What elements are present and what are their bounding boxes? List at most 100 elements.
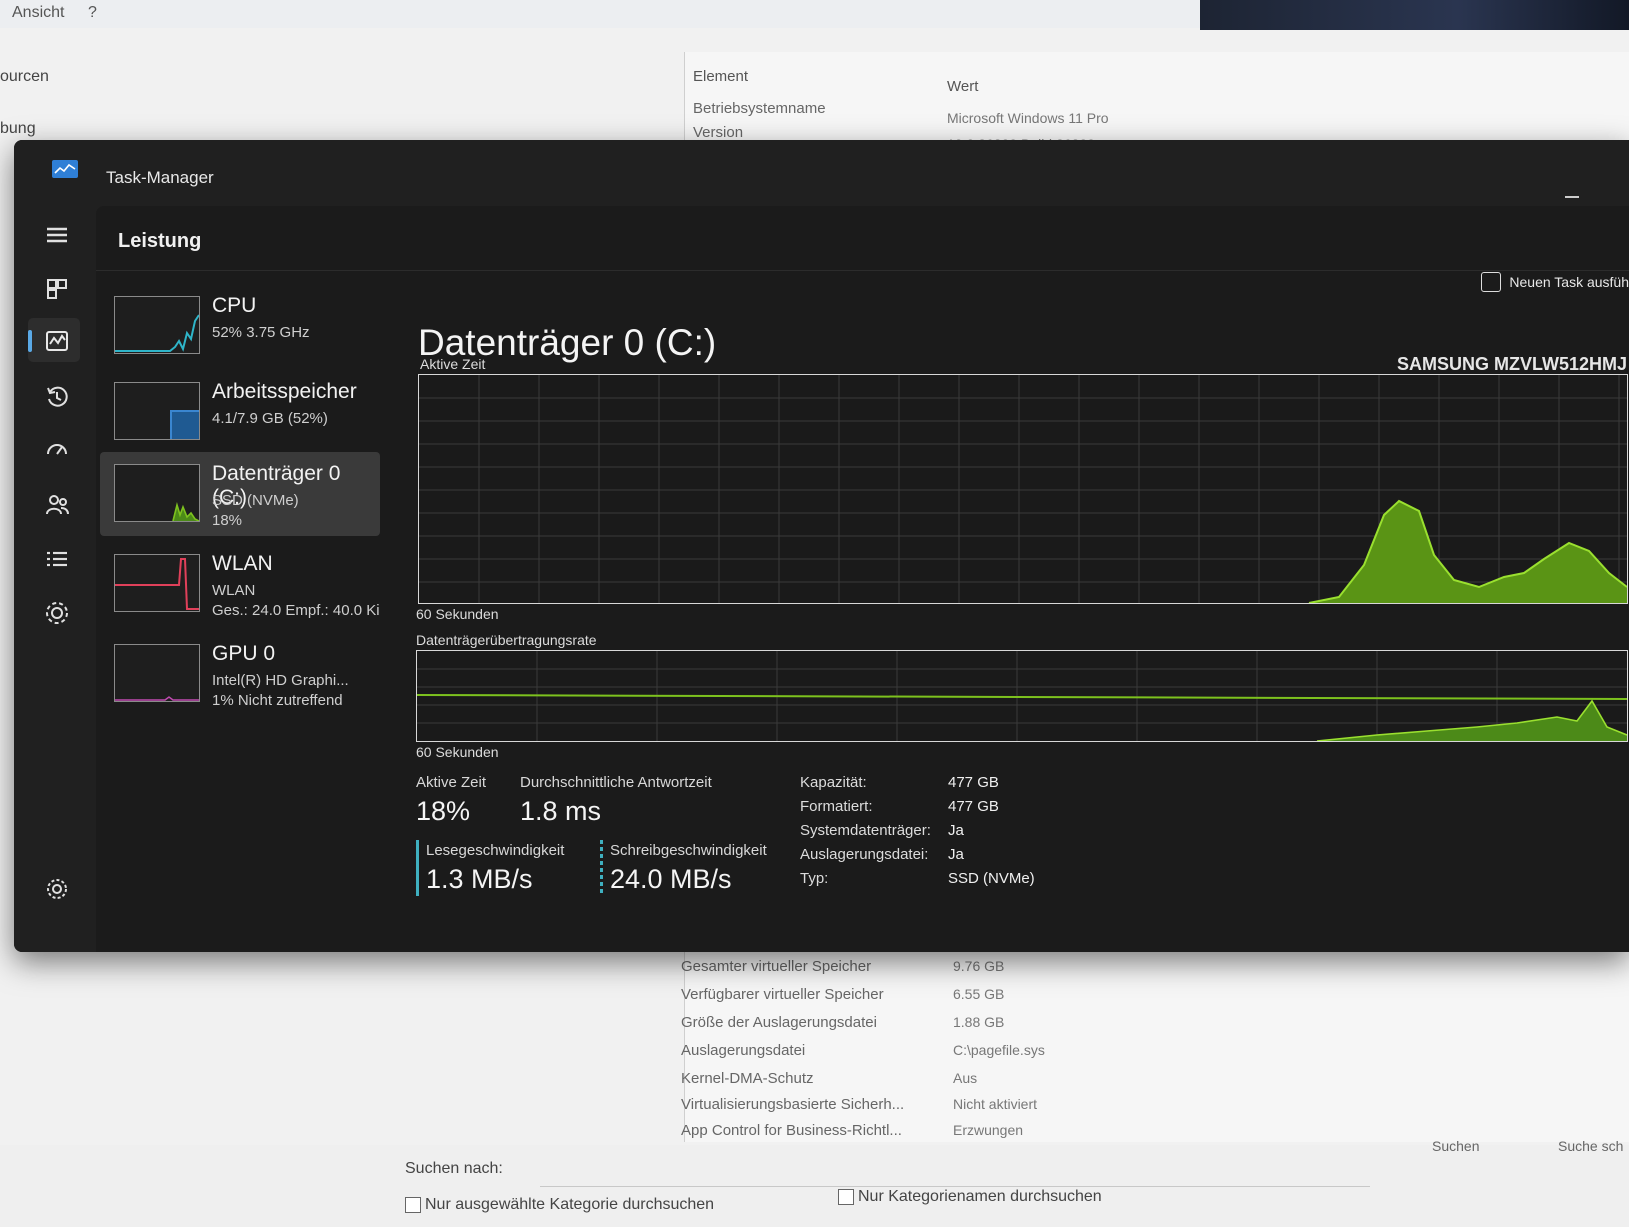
read-speed-value: 1.3 MB/s	[426, 864, 533, 894]
details-icon[interactable]	[42, 544, 72, 574]
row-label: Gesamter virtueller Speicher	[681, 958, 872, 975]
task-manager-window: Task-Manager Leistung Neuen Task ausfüh …	[14, 140, 1629, 952]
startup-apps-icon[interactable]	[42, 436, 72, 466]
services-icon[interactable]	[42, 598, 72, 628]
row-label: Version	[693, 124, 744, 141]
system-disk-value: Ja	[948, 822, 964, 839]
nav-active-indicator	[28, 330, 32, 352]
performance-icon[interactable]	[42, 326, 72, 356]
memory-thumbnail-graph	[114, 382, 200, 440]
device-detail: 52% 3.75 GHz	[212, 324, 310, 341]
minimize-icon[interactable]	[1565, 196, 1579, 198]
row-value: Erzwungen	[953, 1122, 1024, 1138]
read-speed-indicator	[416, 840, 419, 896]
device-item-cpu[interactable]: CPU 52% 3.75 GHz	[100, 284, 380, 368]
device-item-disk[interactable]: Datenträger 0 (C:) SSD (NVMe) 18%	[100, 452, 380, 536]
device-name: Arbeitsspeicher	[212, 380, 357, 403]
row-value: Nicht aktiviert	[953, 1096, 1038, 1112]
device-throughput: Ges.: 24.0 Empf.: 40.0 Ki	[212, 602, 380, 619]
type-label: Typ:	[800, 870, 829, 887]
device-detail: Intel(R) HD Graphi...	[212, 672, 349, 689]
checkbox-box[interactable]	[405, 1197, 421, 1213]
read-speed-label: Lesegeschwindigkeit	[426, 842, 565, 859]
new-task-icon	[1481, 272, 1502, 292]
search-input[interactable]	[540, 1160, 1370, 1187]
active-time-value: 18%	[416, 796, 471, 826]
device-usage: 1% Nicht zutreffend	[212, 692, 343, 709]
capacity-value: 477 GB	[948, 774, 999, 791]
desktop-background	[1200, 0, 1629, 30]
device-detail: WLAN	[212, 582, 256, 599]
page-title: Leistung	[118, 230, 202, 252]
row-label: Betriebsystemname	[693, 100, 826, 117]
row-value: 1.88 GB	[953, 1014, 1005, 1030]
checkbox-box[interactable]	[838, 1189, 854, 1205]
type-value: SSD (NVMe)	[948, 870, 1035, 887]
cpu-thumbnail-graph	[114, 296, 200, 354]
device-usage: 18%	[212, 512, 243, 529]
app-history-icon[interactable]	[42, 382, 72, 412]
tree-item-environment[interactable]: bung	[0, 120, 36, 138]
formatted-value: 477 GB	[948, 798, 999, 815]
formatted-label: Formatiert:	[800, 798, 873, 815]
performance-page: Leistung Neuen Task ausfüh CPU 52% 3.75 …	[96, 206, 1629, 952]
row-value: 6.55 GB	[953, 986, 1005, 1002]
write-speed-value: 24.0 MB/s	[610, 864, 732, 894]
disk-thumbnail-graph	[114, 464, 200, 522]
settings-icon[interactable]	[42, 874, 72, 904]
row-label: Verfügbarer virtueller Speicher	[681, 986, 884, 1003]
column-header-value[interactable]: Wert	[947, 78, 978, 95]
active-time-label: Aktive Zeit	[416, 774, 487, 791]
device-name: WLAN	[212, 552, 273, 575]
active-time-duration: 60 Sekunden	[416, 606, 499, 622]
row-label: Größe der Auslagerungsdatei	[681, 1014, 877, 1031]
device-detail: SSD (NVMe)	[212, 492, 299, 509]
search-label: Suchen nach:	[405, 1160, 503, 1177]
device-item-gpu[interactable]: GPU 0 Intel(R) HD Graphi... 1% Nicht zut…	[100, 632, 380, 716]
write-speed-label: Schreibgeschwindigkeit	[610, 842, 767, 859]
title-bar[interactable]: Task-Manager	[14, 140, 1629, 206]
checkbox-label: Nur Kategorienamen durchsuchen	[858, 1188, 1102, 1205]
row-value: Microsoft Windows 11 Pro	[947, 110, 1109, 126]
task-manager-app-icon	[52, 160, 78, 178]
device-detail: 4.1/7.9 GB (52%)	[212, 410, 328, 427]
column-header-element[interactable]: Element	[693, 68, 748, 85]
gpu-thumbnail-graph	[114, 644, 200, 702]
row-label: Virtualisierungsbasierte Sicherh...	[681, 1096, 905, 1113]
run-new-task-button[interactable]: Neuen Task ausfüh	[1481, 272, 1629, 292]
close-search-button[interactable]: Suche sch	[1558, 1138, 1623, 1154]
processes-icon[interactable]	[42, 274, 72, 304]
tree-item-resources[interactable]: ourcen	[0, 68, 49, 86]
page-file-label: Auslagerungsdatei:	[800, 846, 929, 863]
transfer-rate-graph	[416, 650, 1628, 742]
menu-view[interactable]: Ansicht	[12, 4, 64, 22]
wlan-thumbnail-graph	[114, 554, 200, 612]
navigation-rail	[14, 206, 96, 952]
active-time-graph	[418, 374, 1628, 604]
row-value: C:\pagefile.sys	[953, 1042, 1045, 1058]
row-label: App Control for Business-Richtl...	[681, 1122, 902, 1139]
row-value: Aus	[953, 1070, 978, 1086]
menu-icon[interactable]	[42, 220, 72, 250]
device-name: GPU 0	[212, 642, 276, 665]
row-value: 9.76 GB	[953, 958, 1005, 974]
device-item-memory[interactable]: Arbeitsspeicher 4.1/7.9 GB (52%)	[100, 370, 380, 454]
system-disk-label: Systemdatenträger:	[800, 822, 931, 839]
device-model: SAMSUNG MZVLW512HMJ	[1396, 354, 1627, 374]
page-header: Leistung	[96, 206, 1629, 271]
row-label: Kernel-DMA-Schutz	[681, 1070, 814, 1087]
row-label: Auslagerungsdatei	[681, 1042, 806, 1059]
capacity-label: Kapazität:	[800, 774, 867, 791]
transfer-rate-duration: 60 Sekunden	[416, 744, 499, 760]
device-item-wlan[interactable]: WLAN WLAN Ges.: 24.0 Empf.: 40.0 Ki	[100, 542, 380, 626]
search-selected-category-checkbox[interactable]: Nur ausgewählte Kategorie durchsuchen	[405, 1196, 714, 1214]
search-category-names-checkbox[interactable]: Nur Kategorienamen durchsuchen	[838, 1188, 1102, 1206]
transfer-rate-graph-label: Datenträgerübertragungsrate	[416, 632, 597, 648]
device-name: CPU	[212, 294, 257, 317]
checkbox-label: Nur ausgewählte Kategorie durchsuchen	[425, 1196, 715, 1213]
active-time-graph-label: Aktive Zeit	[420, 356, 486, 372]
find-button[interactable]: Suchen	[1432, 1138, 1479, 1154]
response-time-label: Durchschnittliche Antwortzeit	[520, 774, 712, 791]
menu-help[interactable]: ?	[88, 4, 97, 22]
users-icon[interactable]	[42, 490, 72, 520]
